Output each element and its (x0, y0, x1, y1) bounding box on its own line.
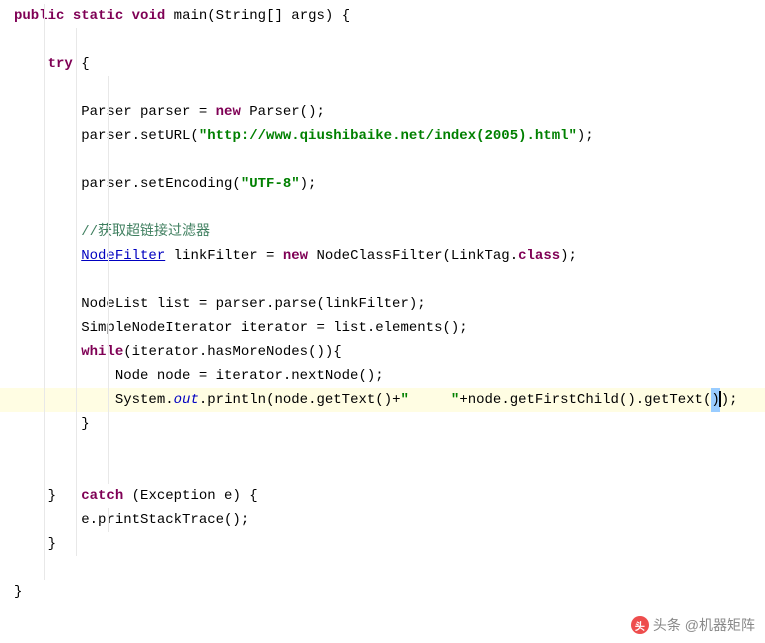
code-line: SimpleNodeIterator iterator = list.eleme… (0, 316, 765, 340)
code-line: } catch (Exception e) { (0, 484, 765, 508)
code-line (0, 76, 765, 100)
code-line-active: System.out.println(node.getText()+" "+no… (0, 388, 765, 412)
code-line: } (0, 412, 765, 436)
code-line (0, 148, 765, 172)
code-line: NodeFilter linkFilter = new NodeClassFil… (0, 244, 765, 268)
code-line: e.printStackTrace(); (0, 508, 765, 532)
code-line (0, 268, 765, 292)
code-line (0, 460, 765, 484)
watermark: 头 头条 @机器矩阵 (631, 615, 755, 635)
toutiao-icon: 头 (631, 616, 649, 634)
code-line (0, 556, 765, 580)
code-line: Parser parser = new Parser(); (0, 100, 765, 124)
code-line: try { (0, 52, 765, 76)
code-line (0, 196, 765, 220)
code-line (0, 28, 765, 52)
code-line: NodeList list = parser.parse(linkFilter)… (0, 292, 765, 316)
watermark-text: 头条 @机器矩阵 (653, 615, 755, 635)
code-editor[interactable]: public static void main(String[] args) {… (0, 0, 765, 608)
code-line (0, 436, 765, 460)
code-line: parser.setEncoding("UTF-8"); (0, 172, 765, 196)
code-line: } (0, 580, 765, 604)
code-line: //获取超链接过滤器 (0, 220, 765, 244)
code-line: Node node = iterator.nextNode(); (0, 364, 765, 388)
code-line: while(iterator.hasMoreNodes()){ (0, 340, 765, 364)
code-line: parser.setURL("http://www.qiushibaike.ne… (0, 124, 765, 148)
code-line: public static void main(String[] args) { (0, 4, 765, 28)
code-line: } (0, 532, 765, 556)
